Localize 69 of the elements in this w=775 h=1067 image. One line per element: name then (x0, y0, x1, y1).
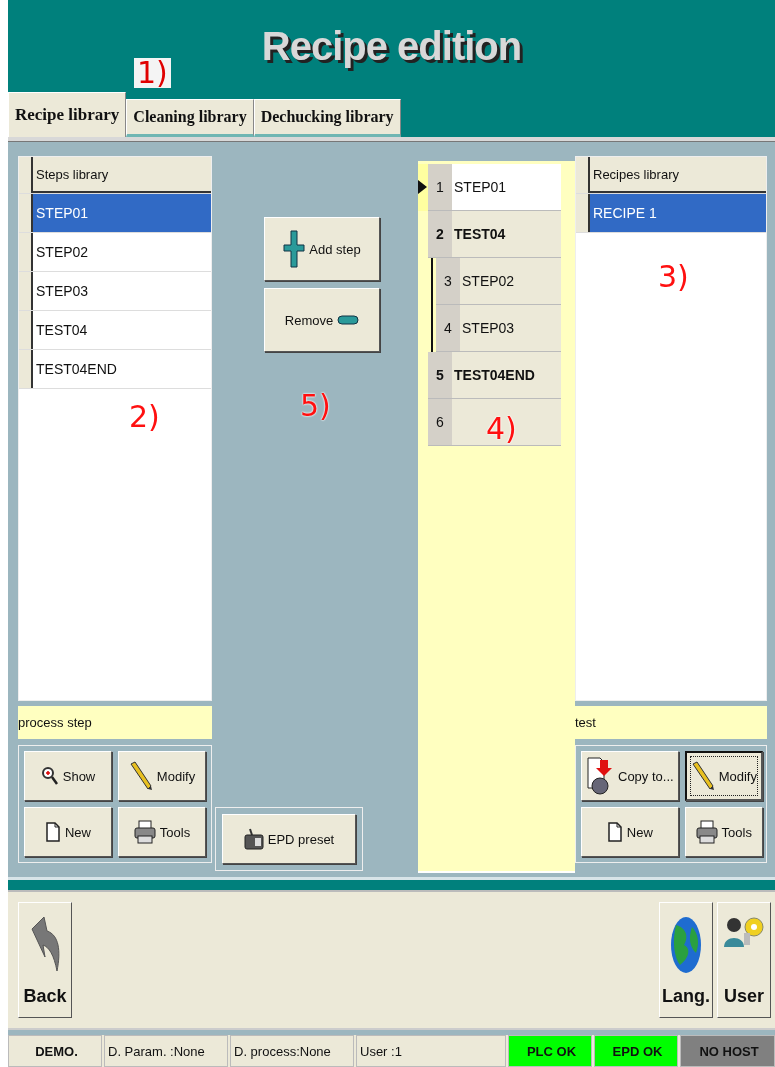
step-number: 4 (436, 305, 460, 351)
modify-button[interactable]: Modify (118, 751, 206, 801)
row-handle (576, 157, 590, 193)
status-cell: EPD OK (594, 1035, 678, 1067)
annotation-label: 3) (658, 262, 689, 292)
copy-button[interactable]: Copy to... (581, 751, 679, 801)
user-button[interactable]: User (717, 902, 771, 1018)
status-cell: PLC OK (508, 1035, 592, 1067)
row-handle[interactable] (576, 194, 590, 232)
status-cell: D. Param. :None (104, 1035, 228, 1067)
add-step-button[interactable]: Add step (264, 217, 380, 281)
annotation-label: 5) (300, 391, 331, 421)
tools-button[interactable]: Tools (684, 807, 763, 857)
status-cell: D. process:None (230, 1035, 354, 1067)
sequence-step[interactable]: STEP01 (452, 164, 561, 210)
step-number: 5 (428, 352, 452, 398)
plus-icon (283, 230, 306, 268)
list-item[interactable]: RECIPE 1 (590, 194, 766, 232)
printer-icon (133, 820, 156, 844)
tab[interactable]: Recipe library (8, 92, 127, 137)
remove-step-button[interactable]: Remove (264, 288, 380, 352)
new-button[interactable]: New (581, 807, 679, 857)
list-item[interactable]: STEP01 (33, 194, 211, 232)
copy-document-icon (586, 756, 614, 796)
row-handle[interactable] (19, 194, 33, 232)
pencil-icon (690, 761, 715, 791)
description-text: process step (18, 706, 212, 739)
window-title: Recipe edition (261, 23, 522, 69)
tools-button[interactable]: Tools (118, 807, 206, 857)
epd-preset-button[interactable]: EPD preset (222, 814, 356, 864)
row-handle[interactable] (19, 350, 33, 388)
sequence-step[interactable]: TEST04END (452, 352, 561, 398)
globe-icon (670, 915, 702, 975)
document-icon (45, 822, 61, 842)
minus-icon (337, 315, 360, 325)
document-icon (606, 822, 623, 842)
status-cell: DEMO. (8, 1035, 102, 1067)
column-header: Steps library (33, 157, 211, 193)
step-number: 1 (428, 164, 452, 210)
printer-icon (695, 820, 718, 844)
tab[interactable]: Cleaning library (126, 99, 254, 137)
step-number: 3 (436, 258, 460, 304)
annotation-label: 1) (134, 58, 171, 88)
user-key-icon (722, 915, 766, 949)
sequence-step[interactable]: TEST04 (452, 211, 561, 257)
current-row-pointer-icon (418, 180, 427, 194)
magnifier-icon (40, 766, 59, 786)
annotation-label: 4) (486, 414, 517, 444)
column-header: Recipes library (590, 157, 766, 193)
row-handle[interactable] (19, 311, 33, 349)
step-number: 2 (428, 211, 452, 257)
status-cell: NO HOST (680, 1035, 775, 1067)
sequence-step[interactable]: STEP03 (460, 305, 561, 351)
show-button[interactable]: Show (24, 751, 112, 801)
status-cell: User :1 (356, 1035, 506, 1067)
language-button[interactable]: Lang. (659, 902, 713, 1018)
new-button[interactable]: New (24, 807, 112, 857)
tab[interactable]: Dechucking library (253, 99, 401, 137)
pencil-icon (128, 761, 153, 791)
row-handle[interactable] (19, 272, 33, 310)
device-icon (243, 828, 264, 850)
step-number: 6 (428, 399, 452, 445)
back-button[interactable]: Back (18, 902, 72, 1018)
description-text: test (575, 706, 767, 739)
row-handle (19, 157, 33, 193)
sequence-step[interactable]: STEP02 (460, 258, 561, 304)
modify-button[interactable]: Modify (684, 751, 763, 801)
annotation-label: 2) (129, 402, 160, 432)
row-handle[interactable] (19, 233, 33, 271)
